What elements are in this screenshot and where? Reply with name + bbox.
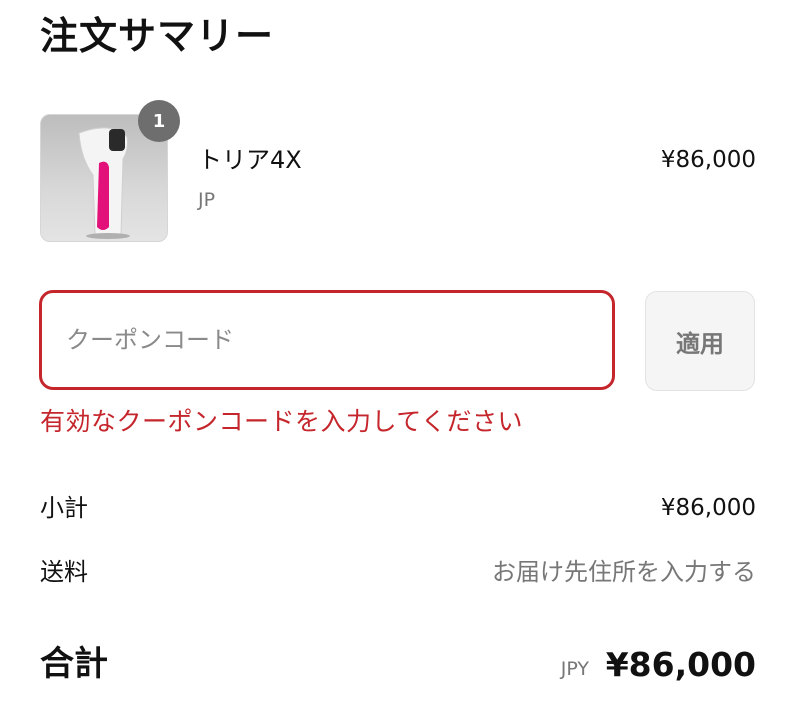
coupon-error-message: 有効なクーポンコードを入力してください: [40, 407, 524, 436]
shipping-value: お届け先住所を入力する: [492, 558, 756, 586]
subtotal-value: ¥86,000: [660, 495, 756, 521]
quantity-badge: 1: [138, 100, 180, 142]
product-variant: JP: [198, 189, 216, 211]
coupon-code-input[interactable]: [39, 290, 615, 390]
total-label: 合計: [40, 644, 108, 684]
total-currency: JPY: [560, 658, 589, 680]
apply-coupon-button[interactable]: 適用: [645, 291, 755, 391]
total-value: ¥86,000: [605, 645, 756, 684]
shipping-label: 送料: [40, 558, 88, 586]
order-summary-title: 注文サマリー: [40, 14, 275, 58]
subtotal-label: 小計: [40, 494, 88, 522]
line-item: 1 トリア4X JP ¥86,000: [40, 100, 756, 242]
product-price: ¥86,000: [660, 147, 756, 173]
product-name: トリア4X: [198, 146, 302, 174]
